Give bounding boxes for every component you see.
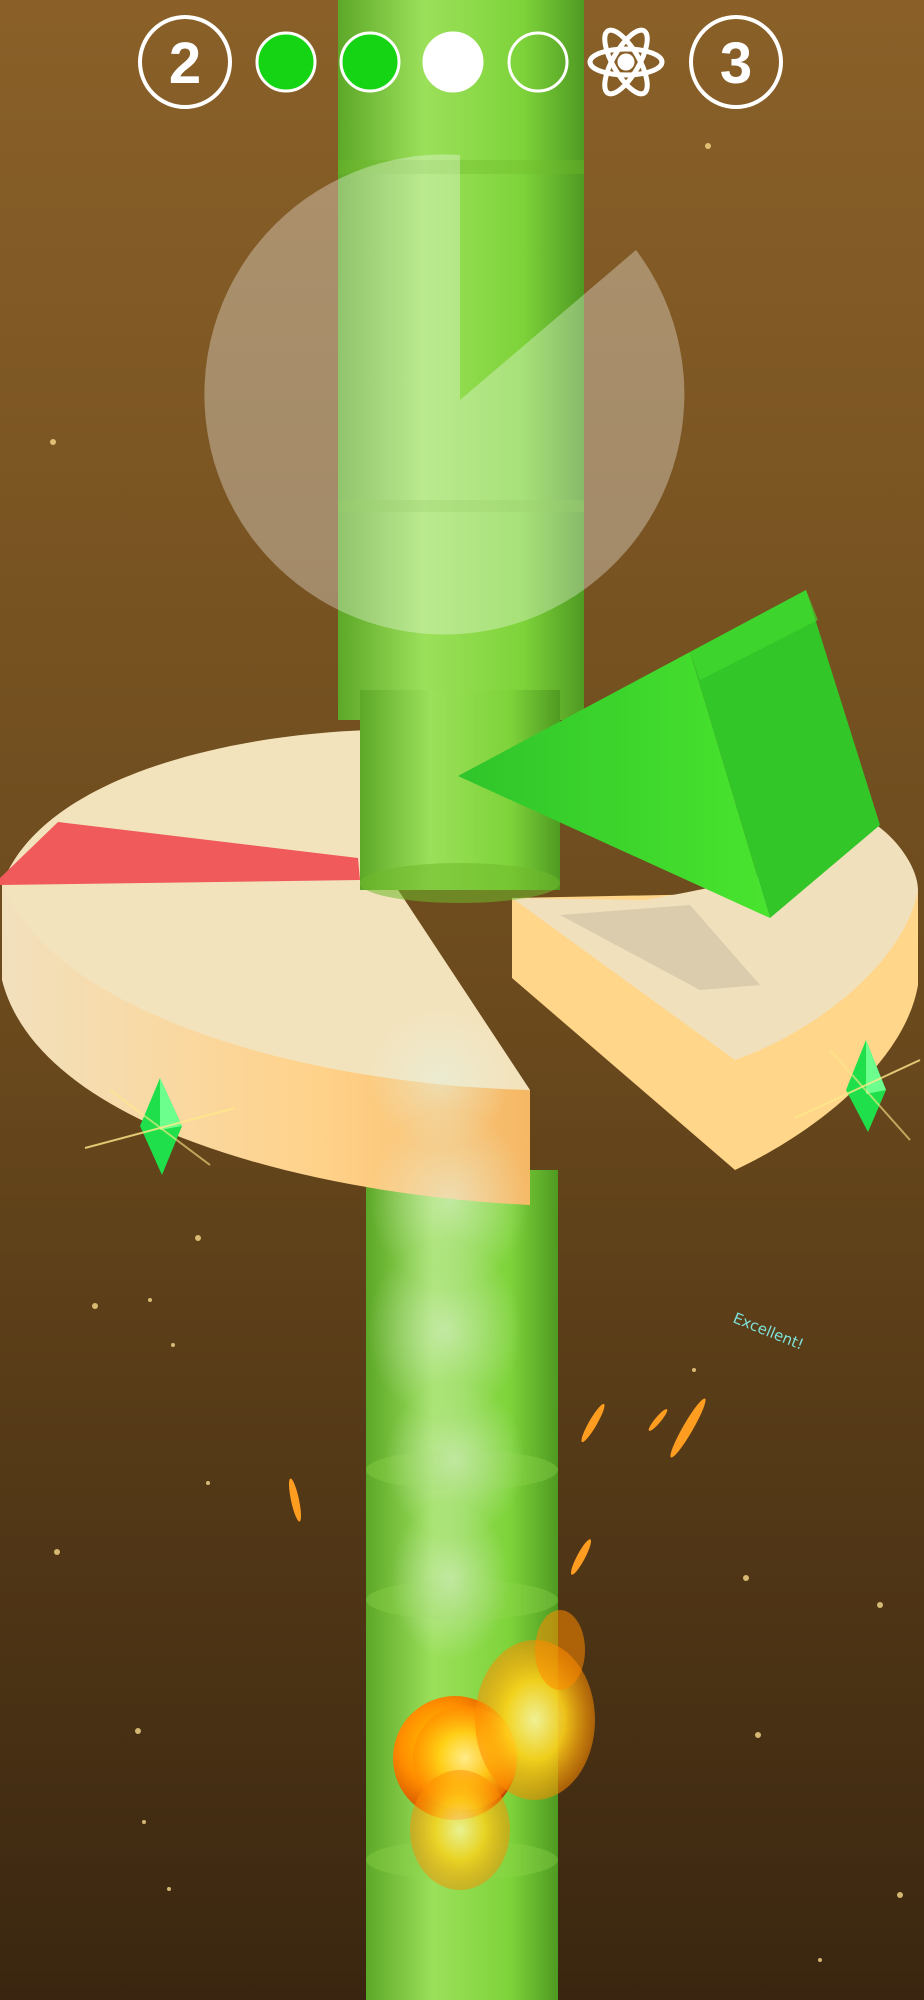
game-stage[interactable]: Excellent! 2 3 xyxy=(0,0,924,2000)
stage-dot-1 xyxy=(255,31,317,93)
stage-dot-2 xyxy=(339,31,401,93)
stage-dot-3 xyxy=(422,31,484,93)
game-scene[interactable]: Excellent! 2 3 xyxy=(0,0,924,2000)
next-level-number: 3 xyxy=(720,31,752,96)
column-cap xyxy=(360,863,560,903)
current-level-number: 2 xyxy=(169,31,201,96)
